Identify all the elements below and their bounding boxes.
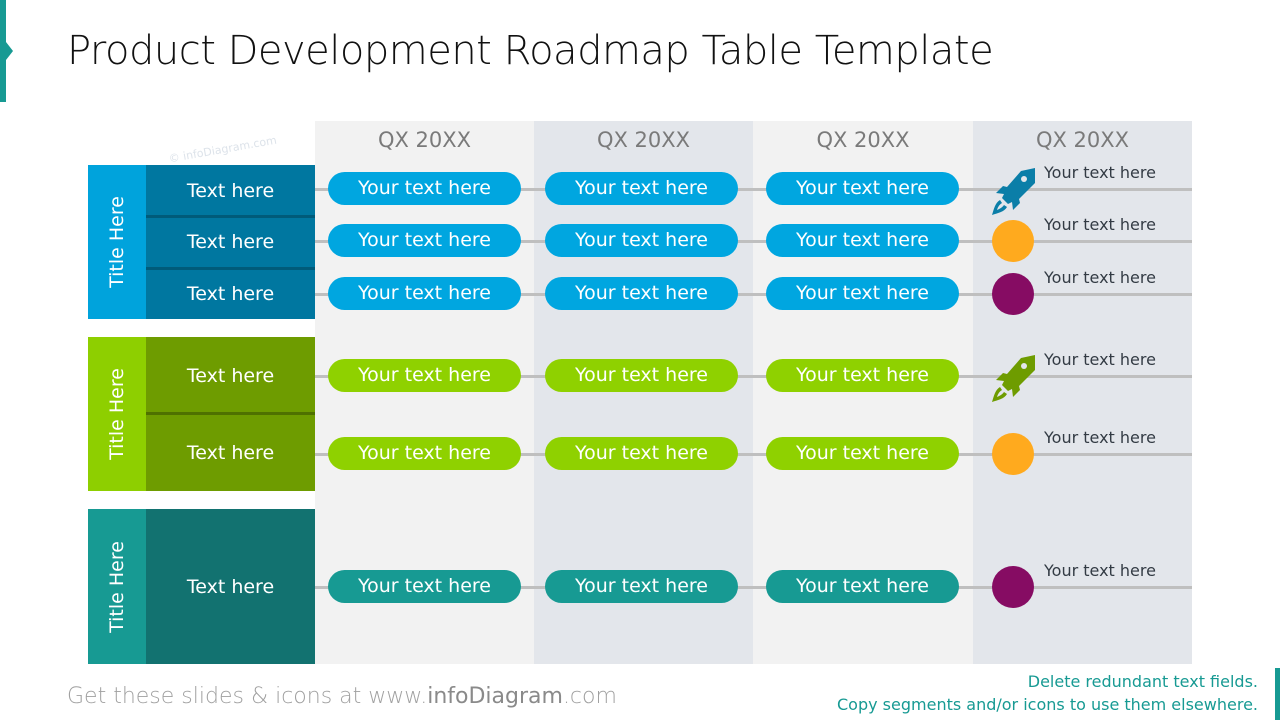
- row-label: Text here: [146, 509, 315, 664]
- task-pill[interactable]: Your text here: [766, 437, 959, 470]
- quarter-header: QX 20XX: [816, 128, 910, 152]
- milestone-text: Your text here: [1044, 268, 1156, 287]
- footer-note-line-2: Copy segments and/or icons to use them e…: [837, 695, 1258, 714]
- row-label: Text here: [146, 268, 315, 319]
- slide-title: Product Development Roadmap Table Templa…: [67, 28, 994, 74]
- milestone-text: Your text here: [1044, 163, 1156, 182]
- milestone-dot-icon: [992, 433, 1034, 475]
- group-title: Title Here: [106, 540, 128, 633]
- task-pill[interactable]: Your text here: [328, 224, 521, 257]
- quarter-header: QX 20XX: [1035, 128, 1130, 152]
- task-pill[interactable]: Your text here: [545, 570, 738, 603]
- task-pill[interactable]: Your text here: [328, 277, 521, 310]
- task-pill[interactable]: Your text here: [545, 277, 738, 310]
- row-label: Text here: [146, 414, 315, 491]
- footer-promo: Get these slides & icons at www.infoDiag…: [67, 684, 617, 709]
- row-divider: [146, 412, 315, 415]
- task-pill[interactable]: Your text here: [766, 224, 959, 257]
- milestone-dot-icon: [992, 273, 1034, 315]
- task-pill[interactable]: Your text here: [328, 172, 521, 205]
- footer-note: Delete redundant text fields. Copy segme…: [837, 670, 1258, 716]
- task-pill[interactable]: Your text here: [545, 224, 738, 257]
- group-title: Title Here: [106, 196, 128, 288]
- row-label: Text here: [146, 216, 315, 268]
- task-pill[interactable]: Your text here: [766, 359, 959, 392]
- milestone-text: Your text here: [1044, 350, 1156, 369]
- watermark: © infoDiagram.com: [167, 133, 278, 166]
- footer-promo-prefix: Get these slides & icons at www.: [67, 684, 428, 709]
- task-pill[interactable]: Your text here: [328, 570, 521, 603]
- task-pill[interactable]: Your text here: [328, 437, 521, 470]
- task-pill[interactable]: Your text here: [328, 359, 521, 392]
- footer-promo-suffix: .com: [562, 684, 617, 709]
- footer-note-line-1: Delete redundant text fields.: [1027, 672, 1258, 691]
- accent-notch: [6, 42, 13, 60]
- milestone-text: Your text here: [1044, 428, 1156, 447]
- rocket-icon: [991, 167, 1037, 217]
- quarter-header: QX 20XX: [596, 128, 691, 152]
- task-pill[interactable]: Your text here: [766, 172, 959, 205]
- task-pill[interactable]: Your text here: [545, 437, 738, 470]
- rocket-icon: [991, 354, 1037, 404]
- task-pill[interactable]: Your text here: [766, 277, 959, 310]
- milestone-text: Your text here: [1044, 561, 1156, 580]
- group-title-cell: Title Here: [88, 509, 146, 664]
- group-title-cell: Title Here: [88, 165, 146, 319]
- footer-accent-bar: [1275, 668, 1280, 720]
- row-label: Text here: [146, 165, 315, 216]
- group-title: Title Here: [106, 368, 128, 460]
- milestone-text: Your text here: [1044, 215, 1156, 234]
- row-label: Text here: [146, 337, 315, 414]
- task-pill[interactable]: Your text here: [545, 359, 738, 392]
- task-pill[interactable]: Your text here: [545, 172, 738, 205]
- row-divider: [146, 267, 315, 270]
- group-title-cell: Title Here: [88, 337, 146, 491]
- quarter-header: QX 20XX: [377, 128, 472, 152]
- footer-promo-brand: infoDiagram: [427, 684, 563, 709]
- task-pill[interactable]: Your text here: [766, 570, 959, 603]
- milestone-dot-icon: [992, 220, 1034, 262]
- row-divider: [146, 215, 315, 218]
- milestone-dot-icon: [992, 566, 1034, 608]
